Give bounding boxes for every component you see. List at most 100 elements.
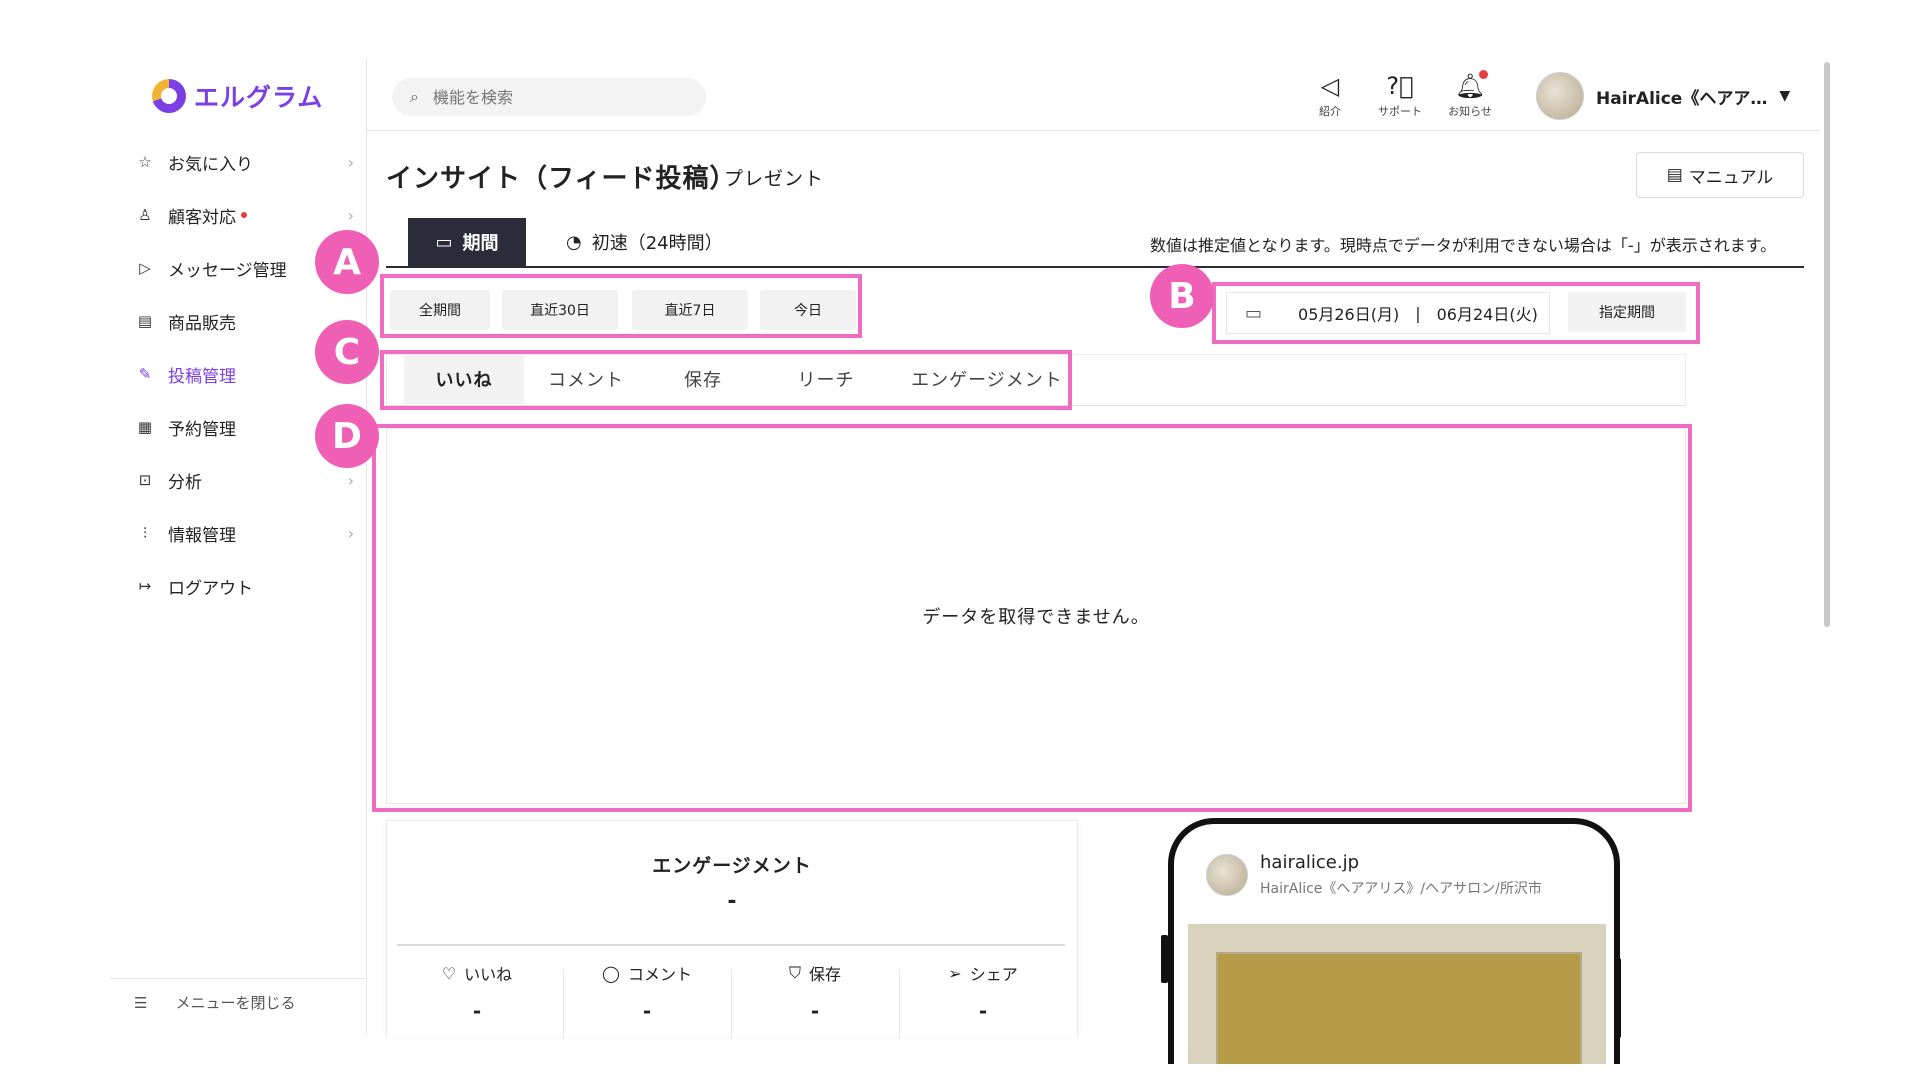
- stat-shares: ➢ シェア -: [899, 961, 1067, 1024]
- close-menu-button[interactable]: ☰ メニューを閉じる: [134, 992, 374, 1013]
- badge-a: A: [315, 230, 379, 294]
- chevron-right-icon: ›: [347, 470, 354, 490]
- shop-icon: ▤: [137, 312, 153, 330]
- sidebar: エルグラム ☆ お気に入り › ♙ 顧客対応 › ▷ メッセージ管理 ▤ 商品販…: [110, 60, 367, 1035]
- highlight-box-a: [380, 274, 862, 338]
- tab-first-label: 初速（24時間）: [591, 233, 723, 254]
- post-image-frame: [1216, 952, 1582, 1064]
- comment-icon: ◯: [602, 963, 620, 983]
- stat-value: -: [472, 999, 482, 1023]
- stat-saves: ⛉ 保存 -: [731, 961, 899, 1023]
- logo-text: エルグラム: [194, 83, 324, 112]
- post-image: [1188, 924, 1606, 1064]
- engagement-card: エンゲージメント - ♡ いいね - ◯ コメント - ⛉ 保存 - ➢ シェア -: [386, 820, 1078, 1039]
- support-label: サポート: [1378, 105, 1422, 118]
- stat-likes: ♡ いいね -: [393, 961, 561, 1024]
- notice-label: お知らせ: [1448, 105, 1492, 118]
- analysis-icon: ⊡: [138, 471, 152, 489]
- highlight-box-c: [380, 350, 1072, 410]
- sidebar-item-label: 投稿管理: [168, 366, 236, 387]
- badge-c: C: [315, 320, 379, 384]
- stat-label: コメント: [627, 965, 692, 984]
- speedometer-icon: ◔: [566, 231, 582, 253]
- stat-label: 保存: [809, 965, 842, 984]
- sidebar-item-label: 分析: [168, 472, 202, 493]
- highlight-box-d: [372, 424, 1692, 812]
- heart-icon: ♡: [441, 963, 457, 983]
- tab-period[interactable]: ▭ 期間: [408, 218, 526, 266]
- notifications-button[interactable]: 🔔︎ お知らせ: [1438, 70, 1502, 119]
- badge-d: D: [315, 404, 379, 468]
- share-icon: ➢: [948, 963, 962, 983]
- stat-label: いいね: [464, 965, 513, 984]
- highlight-box-b: [1212, 282, 1700, 344]
- logout-icon: ↦: [138, 577, 152, 595]
- book-icon: ▤: [1666, 165, 1683, 185]
- sidebar-item-label: 商品販売: [168, 313, 236, 334]
- calendar-icon: ▭: [435, 231, 453, 253]
- sidebar-item-label: 予約管理: [168, 419, 236, 440]
- sidebar-item-logout[interactable]: ↦ ログアウト: [134, 568, 354, 604]
- close-menu-label: メニューを閉じる: [175, 994, 296, 1012]
- sidebar-item-label: お気に入り: [168, 154, 253, 175]
- sidebar-item-info[interactable]: ⫶ 情報管理 ›: [134, 515, 354, 551]
- edit-icon: ✎: [138, 365, 152, 383]
- bell-icon: 🔔︎: [1454, 72, 1486, 100]
- tab-underline: [386, 266, 1804, 268]
- header-divider: [366, 130, 1820, 131]
- intro-button[interactable]: ◁ 紹介: [1298, 72, 1362, 119]
- megaphone-icon: ◁: [1320, 72, 1340, 100]
- send-icon: ▷: [139, 259, 151, 277]
- present-link[interactable]: プレゼント: [724, 164, 824, 191]
- avatar: [1206, 854, 1248, 896]
- chevron-right-icon: ›: [347, 205, 354, 225]
- post-subtitle: HairAlice《ヘアアリス》/ヘアサロン/所沢市: [1260, 881, 1542, 897]
- divider: [397, 944, 1065, 946]
- notification-dot: [241, 212, 247, 218]
- stat-value: -: [642, 999, 652, 1023]
- engagement-title: エンゲージメント: [652, 855, 812, 877]
- sidebar-item-customer[interactable]: ♙ 顧客対応 ›: [134, 197, 354, 233]
- divider: [110, 978, 366, 979]
- manual-button[interactable]: ▤ マニュアル: [1636, 152, 1804, 198]
- intro-label: 紹介: [1319, 105, 1341, 118]
- stat-label: シェア: [969, 965, 1018, 984]
- bookmark-icon: ⛉: [788, 963, 801, 982]
- manual-label: マニュアル: [1688, 167, 1774, 188]
- sidebar-item-label: メッセージ管理: [168, 260, 287, 281]
- search-icon: ⌕: [410, 87, 419, 106]
- user-menu[interactable]: HairAlice《ヘアア… ▼: [1536, 72, 1790, 120]
- sidebar-item-label: 顧客対応: [168, 207, 236, 228]
- sidebar-item-favorites[interactable]: ☆ お気に入り ›: [134, 144, 354, 180]
- chevron-right-icon: ›: [347, 152, 354, 172]
- support-button[interactable]: ?⃝ サポート: [1368, 72, 1432, 119]
- tab-first-24h[interactable]: ◔ 初速（24時間）: [566, 218, 723, 266]
- sidebar-item-label: ログアウト: [168, 578, 253, 599]
- caret-down-icon: ▼: [1779, 88, 1791, 104]
- search-bar[interactable]: ⌕: [392, 78, 706, 116]
- calendar-icon: ▦: [137, 418, 153, 436]
- tab-period-label: 期間: [462, 233, 499, 254]
- scrollbar[interactable]: [1824, 62, 1830, 627]
- app-logo[interactable]: エルグラム: [152, 78, 323, 114]
- post-preview: hairalice.jp HairAlice《ヘアアリス》/ヘアサロン/所沢市: [1168, 818, 1620, 1064]
- notification-dot: [1479, 70, 1488, 79]
- user-name: HairAlice《ヘアア…: [1596, 88, 1768, 109]
- sidebar-item-analysis[interactable]: ⊡ 分析 ›: [134, 462, 354, 498]
- user-icon: ♙: [138, 206, 152, 224]
- chevron-right-icon: ›: [347, 523, 354, 543]
- stat-comments: ◯ コメント -: [563, 961, 731, 1024]
- star-icon: ☆: [138, 153, 152, 171]
- estimate-notice: 数値は推定値となります。現時点でデータが利用できない場合は「-」が表示されます。: [1150, 236, 1777, 255]
- menu-collapse-icon: ☰: [134, 993, 148, 1012]
- sidebar-item-label: 情報管理: [168, 525, 236, 546]
- engagement-value: -: [727, 889, 737, 914]
- logo-icon: [152, 79, 186, 113]
- page-title: インサイト（フィード投稿）: [386, 164, 737, 194]
- badge-b: B: [1150, 264, 1214, 328]
- stat-value: -: [978, 999, 988, 1023]
- help-icon: ?⃝: [1386, 72, 1414, 100]
- search-input[interactable]: [430, 86, 675, 108]
- avatar: [1536, 72, 1584, 120]
- chart-icon: ⫶: [143, 524, 147, 542]
